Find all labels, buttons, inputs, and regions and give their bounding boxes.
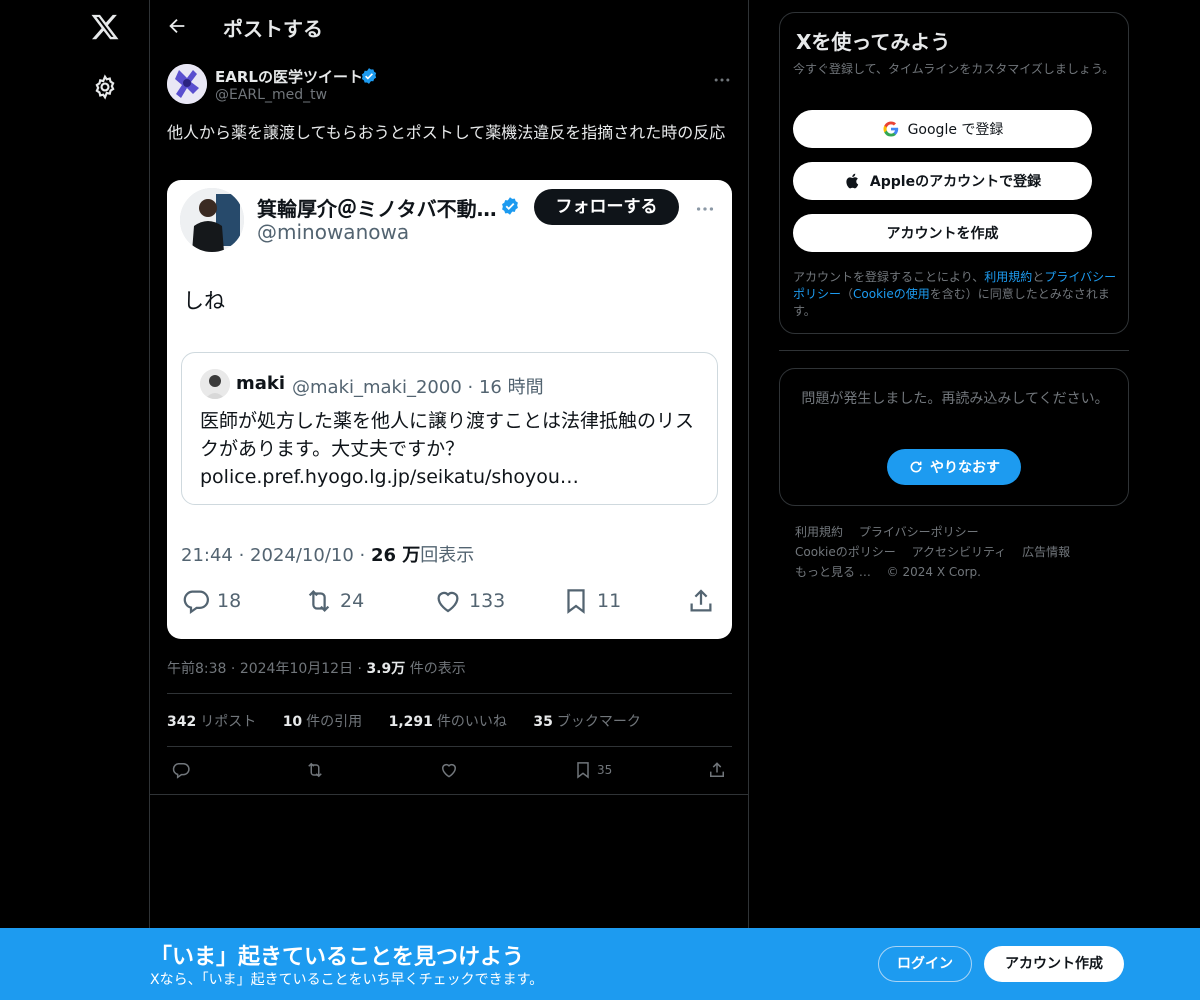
divider	[167, 746, 732, 747]
embedded-avatar	[180, 188, 244, 252]
footer-link-cookie[interactable]: Cookieのポリシー	[795, 545, 896, 559]
reply-button[interactable]	[171, 760, 191, 780]
like-button[interactable]	[439, 760, 459, 780]
main-column: ポストする EARLの医学ツイート @EARL_med_tw 他人から薬を譲渡し…	[149, 0, 749, 1000]
back-arrow-icon[interactable]	[166, 15, 188, 37]
error-message: 問題が発生しました。再読み込みしてください。	[801, 391, 1109, 407]
create-account-button[interactable]: アカウントを作成	[793, 214, 1092, 252]
embedded-author-name: 箕輪厚介＠ミノタバ不動…	[257, 197, 497, 221]
repost-button[interactable]	[305, 760, 325, 780]
post-stats: 342 リポスト 10 件の引用 1,291 件のいいね 35 ブックマーク	[167, 711, 663, 731]
more-options-icon[interactable]	[712, 70, 732, 90]
post-author: EARLの医学ツイート @EARL_med_tw	[167, 64, 737, 108]
bookmarks-stat[interactable]: 35 ブックマーク	[533, 714, 640, 730]
cookie-link[interactable]: Cookieの使用	[853, 287, 930, 301]
embedded-verified-icon	[502, 197, 518, 215]
footer-copyright: © 2024 X Corp.	[886, 565, 981, 579]
top-bar: ポストする	[150, 0, 749, 54]
author-name[interactable]: EARLの医学ツイート	[215, 66, 363, 87]
terms-link[interactable]: 利用規約	[984, 270, 1032, 284]
divider	[150, 794, 749, 795]
retry-button[interactable]: やりなおす	[887, 449, 1021, 485]
verified-badge-icon	[361, 68, 377, 84]
login-button[interactable]: ログイン	[878, 946, 972, 982]
embedded-follow-button: フォローする	[534, 189, 679, 225]
embedded-actions: 18 24 133 11	[181, 584, 716, 618]
signup-button[interactable]: アカウント作成	[984, 946, 1124, 982]
gear-icon[interactable]	[92, 74, 118, 100]
signup-card: Xを使ってみよう 今すぐ登録して、タイムラインをカスタマイズしましょう。 Goo…	[779, 12, 1129, 334]
footer-links: 利用規約 プライバシーポリシー Cookieのポリシー アクセシビリティ 広告情…	[795, 522, 1115, 582]
author-avatar[interactable]	[167, 64, 207, 104]
left-rail	[0, 0, 150, 1000]
quote-avatar	[200, 369, 230, 399]
post-time[interactable]: 午前8:38	[167, 661, 226, 677]
google-logo-icon	[883, 121, 898, 137]
share-icon	[690, 589, 712, 612]
post-meta: 午前8:38 · 2024年10月12日 · 3.9万 件の表示	[167, 661, 466, 677]
share-button[interactable]	[707, 760, 727, 780]
signup-terms: アカウントを登録することにより、利用規約とプライバシーポリシー（Cookieの使…	[793, 270, 1117, 318]
signup-subtitle: 今すぐ登録して、タイムラインをカスタマイズしましょう。	[793, 62, 1115, 76]
reply-icon	[183, 590, 209, 615]
embedded-like: 133	[433, 584, 505, 618]
attached-image[interactable]: 箕輪厚介＠ミノタバ不動… @minowanowa フォローする しね maki …	[167, 180, 732, 639]
banner-subtitle: Xなら、「いま」起きていることをいち早くチェックできます。	[150, 972, 544, 988]
quote-meta: @maki_maki_2000 · 16 時間	[292, 377, 544, 398]
heart-icon	[437, 591, 459, 613]
footer-link-accessibility[interactable]: アクセシビリティ	[912, 545, 1007, 559]
x-logo-icon[interactable]	[90, 12, 120, 42]
bookmark-icon	[577, 762, 589, 779]
repost-icon	[308, 762, 322, 778]
embedded-author-handle: @minowanowa	[257, 220, 410, 244]
author-handle[interactable]: @EARL_med_tw	[215, 87, 327, 103]
retweet-icon	[308, 590, 330, 612]
error-card: 問題が発生しました。再読み込みしてください。 やりなおす	[779, 368, 1129, 506]
likes-stat[interactable]: 1,291 件のいいね	[389, 714, 507, 730]
bookmark-count: 35	[597, 763, 613, 777]
post-date[interactable]: 2024年10月12日	[240, 661, 353, 677]
quote-author-name: maki	[236, 373, 286, 394]
page-title: ポストする	[223, 17, 323, 41]
share-icon	[710, 762, 724, 777]
embedded-quote: maki @maki_maki_2000 · 16 時間 医師が処方した薬を他人…	[181, 352, 718, 505]
signup-title: Xを使ってみよう	[796, 30, 951, 54]
embedded-share	[686, 584, 716, 618]
embedded-reply: 18	[181, 584, 241, 618]
heart-icon	[441, 763, 457, 778]
quotes-stat[interactable]: 10 件の引用	[283, 714, 362, 730]
reply-icon	[172, 763, 190, 779]
embedded-retweet: 24	[304, 584, 364, 618]
quote-text: 医師が処方した薬を他人に譲り渡すことは法律抵触のリスクがあります。大丈夫ですか？…	[200, 410, 695, 488]
post-text: 他人から薬を譲渡してもらおうとポストして薬機法違反を指摘された時の反応	[167, 123, 726, 142]
footer-link-more[interactable]: もっと見る …	[795, 565, 871, 579]
bookmark-icon	[567, 589, 585, 614]
google-signup-button[interactable]: Google で登録	[793, 110, 1092, 148]
divider	[167, 693, 732, 694]
apple-logo-icon	[846, 173, 859, 189]
embedded-post-text: しね	[183, 289, 225, 313]
refresh-icon	[910, 461, 922, 473]
bookmark-button[interactable]: 35	[573, 760, 612, 780]
embedded-more-icon	[696, 207, 714, 211]
reposts-stat[interactable]: 342 リポスト	[167, 714, 256, 730]
banner-title: 「いま」起きていることを見つけよう	[150, 945, 525, 970]
embedded-view-count: 26 万	[370, 545, 421, 566]
footer-link-terms[interactable]: 利用規約	[795, 525, 843, 539]
footer-link-privacy[interactable]: プライバシーポリシー	[859, 525, 979, 539]
login-banner: 「いま」起きていることを見つけよう Xなら、「いま」起きていることをいち早くチェ…	[0, 928, 1200, 1000]
embedded-timestamp: 21:44 · 2024/10/10 · 26 万回表示	[181, 545, 475, 566]
post-actions: 35	[167, 760, 732, 782]
embedded-bookmark: 11	[561, 584, 621, 618]
footer-link-ads[interactable]: 広告情報	[1022, 545, 1070, 559]
divider	[779, 350, 1129, 351]
apple-signup-button[interactable]: Appleのアカウントで登録	[793, 162, 1092, 200]
post-views: 3.9万	[366, 661, 406, 677]
